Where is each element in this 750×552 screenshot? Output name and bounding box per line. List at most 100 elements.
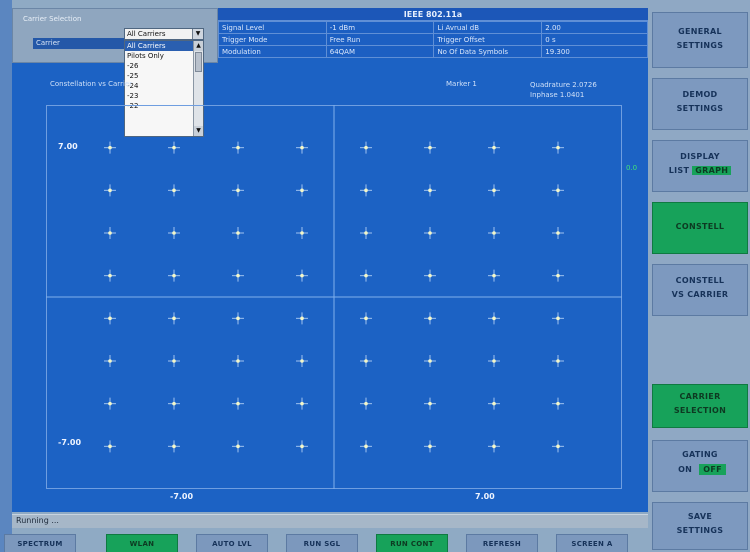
constellation-point [552,355,564,367]
constell-vs-carrier-button[interactable]: CONSTELL VS CARRIER [652,264,748,316]
carrier-dropdown-value: All Carriers [127,30,166,38]
constellation-point [424,440,436,453]
info-cell: -1 dBm [325,21,435,34]
info-cell: 0 s [541,33,648,46]
constellation-point [104,397,116,410]
constellation-point [488,312,500,325]
save-settings-button[interactable]: SAVE SETTINGS [652,502,748,550]
info-cell: 19.300 [541,45,648,58]
constellation-point [104,312,116,325]
list-option: LIST [668,166,690,175]
general-settings-button[interactable]: GENERAL SETTINGS [652,12,748,68]
carrier-dropdown[interactable]: All Carriers ▼ [124,28,204,40]
constellation-point [168,227,180,239]
info-cell: 2.00 [541,21,648,34]
softkey-label: CARRIER [679,392,721,401]
run-continuous-button[interactable]: RUN CONT [376,534,448,552]
constellation-point [168,312,180,325]
constellation-point [424,397,436,410]
constellation-point [232,141,244,154]
constellation-point [488,355,500,367]
constellation-point [424,269,436,282]
marker-quadrature: Quadrature 2.0726 [530,81,597,89]
softkey-label: SETTINGS [676,104,724,113]
constellation-point [552,397,564,410]
constellation-point [104,355,116,367]
constellation-point [360,440,372,453]
x-axis-left-label: -7.00 [170,492,194,501]
graph-option: GRAPH [692,166,732,175]
constellation-point [168,440,180,453]
gating-off-option: OFF [699,464,726,475]
constellation-point [168,141,180,154]
constellation-point [296,312,308,325]
constellation-point [488,184,500,197]
softkey-label: SELECTION [673,406,727,415]
signal-info-table: Signal Level -1 dBm Li Avrual dB 2.00 Tr… [218,21,648,58]
constellation-point [552,227,564,239]
display-list-graph-button[interactable]: DISPLAY LIST GRAPH [652,140,748,192]
scroll-up-icon[interactable]: ▲ [194,41,203,51]
auto-level-button[interactable]: AUTO LVL [196,534,268,552]
constellation-point [488,227,500,239]
demod-settings-button[interactable]: DEMOD SETTINGS [652,78,748,130]
constellation-point [424,227,436,239]
constellation-point [552,440,564,453]
carrier-option[interactable]: -25 [125,71,203,81]
carrier-option[interactable]: -24 [125,81,203,91]
constellation-point [552,141,564,154]
constellation-point [296,355,308,367]
constellation-point [296,141,308,154]
carrier-option[interactable]: -26 [125,61,203,71]
info-cell: Free Run [325,33,435,46]
marker-coordinates: Quadrature 2.0726 Inphase 1.0401 [530,80,630,100]
plot-title: Constellation vs Carrier [50,80,133,88]
constellation-point [296,269,308,282]
constellation-point [104,184,116,197]
constellation-point [232,312,244,325]
constellation-point [232,269,244,282]
constellation-point [424,355,436,367]
constellation-point [168,184,180,197]
constellation-point [360,397,372,410]
constellation-point [488,141,500,154]
gating-toggle: ON OFF [674,464,726,475]
carrier-selection-button[interactable]: CARRIER SELECTION [652,384,748,428]
screen-a-button[interactable]: SCREEN A [556,534,628,552]
constellation-point [488,440,500,453]
constellation-point [360,312,372,325]
carrier-label: Carrier [33,38,133,49]
carrier-option[interactable]: -23 [125,91,203,101]
carrier-option[interactable]: All Carriers [125,41,203,51]
info-cell: Modulation [218,45,327,58]
run-single-button[interactable]: RUN SGL [286,534,358,552]
softkey-label: SETTINGS [676,526,724,535]
display-toggle: LIST GRAPH [653,164,747,178]
info-row: Trigger Mode Free Run Trigger Offset 0 s [218,33,648,46]
softkey-label: DEMOD [682,90,718,99]
gating-button[interactable]: GATING ON OFF [652,440,748,492]
scrollbar-thumb[interactable] [195,52,202,72]
spectrum-button[interactable]: SPECTRUM [4,534,76,552]
softkey-label: CONSTELL [675,222,725,231]
constellation-point [360,227,372,239]
info-row: Signal Level -1 dBm Li Avrual dB 2.00 [218,21,648,34]
softkey-label: DISPLAY [680,152,720,161]
refresh-button[interactable]: REFRESH [466,534,538,552]
constellation-point [488,397,500,410]
carrier-option[interactable]: Pilots Only [125,51,203,61]
chevron-down-icon[interactable]: ▼ [192,29,203,39]
constellation-point [104,269,116,282]
constellation-point [104,440,116,453]
side-marker-value: 0.0 [626,164,638,172]
constell-button[interactable]: CONSTELL [652,202,748,254]
info-cell: Li Avrual dB [433,21,543,34]
constellation-point [552,269,564,282]
info-cell: 64QAM [325,45,435,58]
info-cell: Trigger Mode [218,33,327,46]
y-axis-bottom-label: -7.00 [58,438,82,447]
constellation-point [488,269,500,282]
gating-on-option: ON [678,465,693,474]
wlan-button[interactable]: WLAN [106,534,178,552]
constellation-point [296,397,308,410]
